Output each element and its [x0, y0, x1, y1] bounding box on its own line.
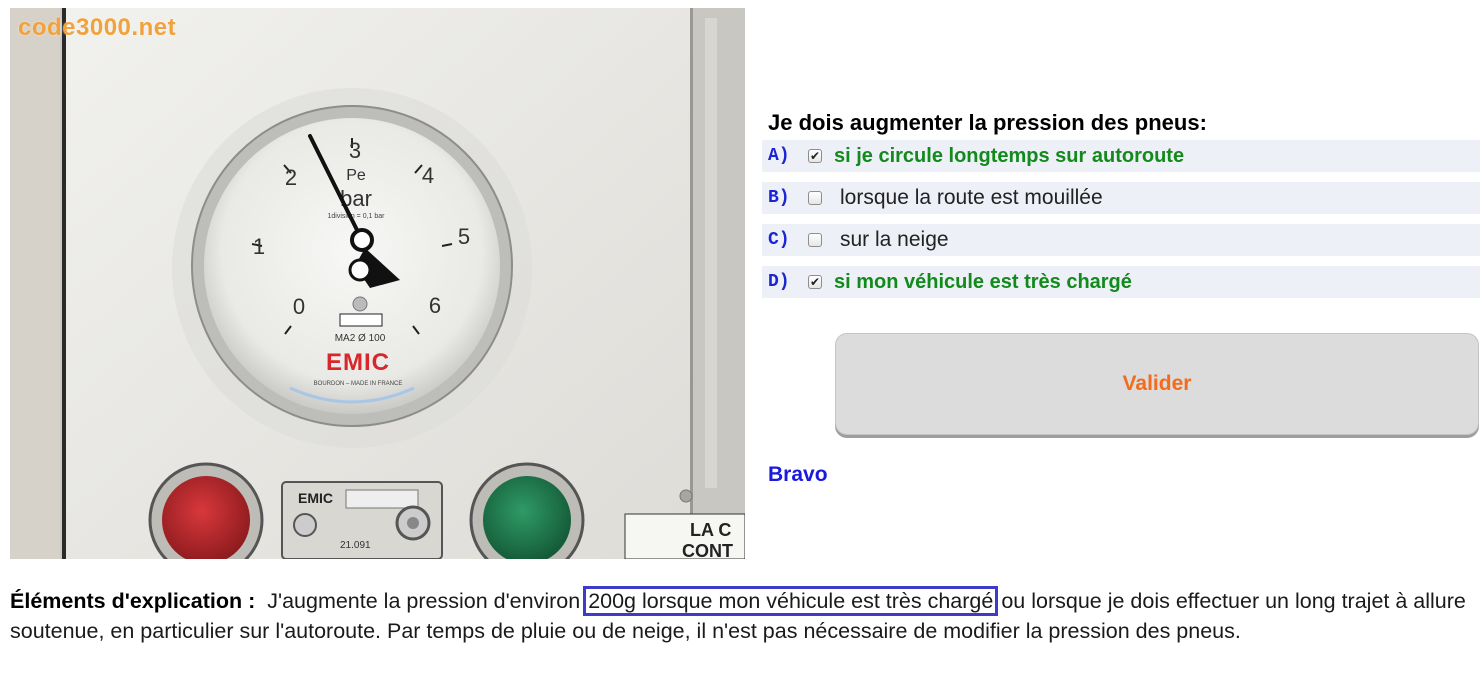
explanation-text-before: J'augmente la pression d'environ	[267, 589, 581, 613]
answer-option-a[interactable]: A) ✔ si je circule longtemps sur autorou…	[762, 140, 1480, 172]
dial-number-5: 5	[458, 224, 470, 249]
site-watermark: code3000.net	[18, 14, 177, 41]
answer-label: sur la neige	[840, 228, 949, 251]
answer-option-c[interactable]: C) sur la neige	[762, 224, 1480, 256]
gauge-unit-symbol: Pe	[346, 167, 366, 184]
answer-checkbox-a[interactable]: ✔	[808, 149, 822, 163]
gauge-brand: EMIC	[326, 349, 390, 376]
result-message: Bravo	[768, 463, 828, 486]
answer-label: si je circule longtemps sur autoroute	[834, 144, 1185, 167]
question-text: Je dois augmenter la pression des pneus:	[768, 110, 1207, 135]
panel-label-line-1: LA C	[690, 520, 731, 540]
plate-brand: EMIC	[298, 490, 333, 506]
answer-option-d[interactable]: D) ✔ si mon véhicule est très chargé	[762, 266, 1480, 298]
gauge-made-in: BOURDON – MADE IN FRANCE	[314, 381, 403, 387]
plate-code: 21.091	[340, 540, 371, 551]
panel-label-line-2: CONT	[682, 541, 733, 559]
answer-letter: A)	[768, 146, 790, 166]
dial-number-3: 3	[349, 138, 361, 163]
answer-label: si mon véhicule est très chargé	[834, 270, 1132, 293]
answer-letter: B)	[768, 188, 790, 208]
answer-option-b[interactable]: B) lorsque la route est mouillée	[762, 182, 1480, 214]
explanation-paragraph: Éléments d'explication : J'augmente la p…	[10, 586, 1478, 646]
answer-letter: C)	[768, 230, 790, 250]
answer-checkbox-c[interactable]	[808, 233, 822, 247]
question-photo: 0 1 2 3 4 5 6 Pe bar 1division = 0,1 bar…	[10, 8, 745, 559]
answer-letter: D)	[768, 272, 790, 292]
explanation-lead: Éléments d'explication :	[10, 589, 256, 613]
gauge-division-note: 1division = 0,1 bar	[327, 213, 385, 220]
answer-label: lorsque la route est mouillée	[840, 186, 1103, 209]
validate-button[interactable]: Valider	[835, 333, 1479, 435]
dial-number-1: 1	[253, 234, 265, 259]
dial-number-4: 4	[422, 163, 434, 188]
pressure-gauge-illustration: 0 1 2 3 4 5 6 Pe bar 1division = 0,1 bar…	[10, 8, 745, 559]
dial-number-0: 0	[293, 294, 305, 319]
dial-number-2: 2	[285, 165, 297, 190]
dial-number-6: 6	[429, 293, 441, 318]
gauge-model: MA2 Ø 100	[335, 333, 386, 344]
answer-checkbox-b[interactable]	[808, 191, 822, 205]
explanation-highlight: 200g lorsque mon véhicule est très charg…	[583, 586, 999, 616]
answer-checkbox-d[interactable]: ✔	[808, 275, 822, 289]
